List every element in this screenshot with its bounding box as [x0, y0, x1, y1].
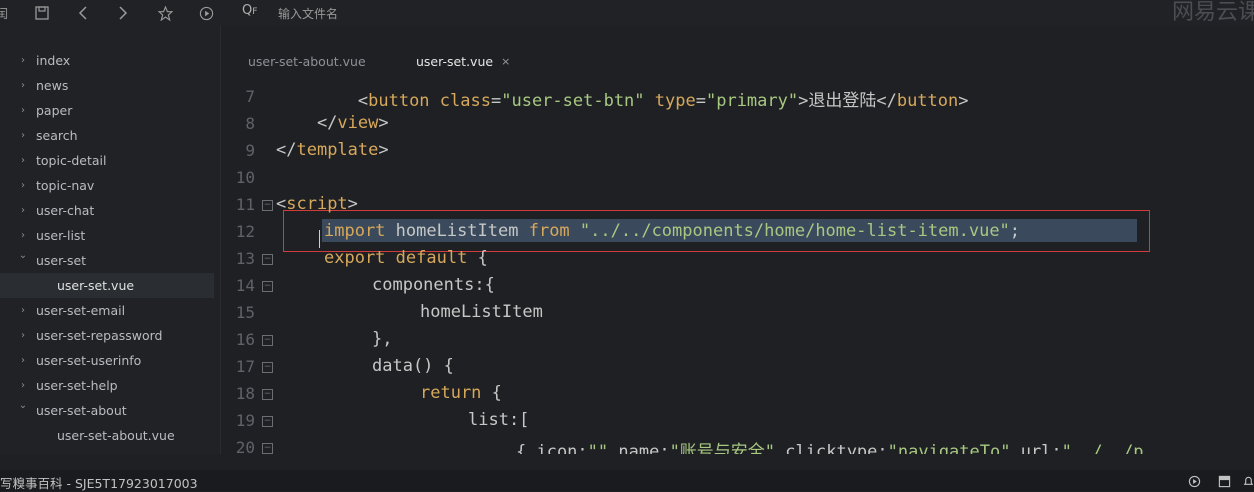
line-number: 19	[235, 411, 255, 430]
fold-toggle-icon[interactable]: −	[262, 362, 273, 373]
panel-icon[interactable]	[1216, 473, 1232, 489]
code-line-8: </view>	[276, 113, 389, 133]
line-number: 18	[235, 384, 255, 403]
code-line-17: data() {	[372, 356, 454, 376]
code-line-7: <button class="user-set-btn" type="prima…	[276, 91, 969, 111]
chevron-right-icon: ›	[21, 105, 25, 116]
brand-watermark: 网易云课	[1171, 0, 1254, 25]
tree-folder-user-set-email[interactable]: › user-set-email	[0, 298, 214, 323]
bell-icon[interactable]	[1240, 473, 1254, 489]
tree-folder-topic-nav[interactable]: › topic-nav	[0, 173, 214, 198]
line-number: 20	[235, 438, 255, 454]
code-line-16: },	[372, 329, 393, 349]
line-number: 15	[235, 303, 255, 322]
run-icon[interactable]	[1186, 473, 1202, 489]
tree-file-user-set-about-vue[interactable]: user-set-about.vue	[0, 423, 214, 448]
chevron-right-icon: ›	[21, 305, 25, 316]
file-search-icon[interactable]: QF	[242, 3, 257, 18]
code-line-15: homeListItem	[420, 302, 543, 322]
run-icon[interactable]	[196, 3, 216, 23]
line-number: 8	[245, 114, 255, 133]
file-search-input[interactable]: 输入文件名	[278, 5, 338, 22]
line-number: 10	[235, 168, 255, 187]
chevron-right-icon: ›	[21, 55, 25, 66]
tree-folder-topic-detail[interactable]: › topic-detail	[0, 148, 214, 173]
back-icon[interactable]	[73, 3, 93, 23]
toolbar: 闰 QF 输入文件名 网易云课	[0, 0, 1254, 26]
line-number: 12	[235, 222, 255, 241]
tree-folder-user-set-about[interactable]: ⌄ user-set-about	[0, 398, 214, 423]
code-line-11: <script>	[276, 194, 358, 214]
code-line-20: { icon:"",name:"账号与安全",clicktype:"naviga…	[516, 442, 1144, 454]
chevron-right-icon: ›	[21, 355, 25, 366]
editor-tabs: user-set-about.vue user-set.vue ×	[221, 44, 1254, 74]
tab-user-set-vue[interactable]: user-set.vue ×	[416, 48, 510, 74]
file-tree: › index › news › paper › search › topic-detai…	[0, 26, 221, 454]
line-number: 16	[235, 330, 255, 349]
line-number: 14	[235, 276, 255, 295]
line-number: 11	[235, 195, 255, 214]
status-bar: 写糗事百科 - SJE5T17923017003	[0, 470, 1254, 491]
fold-toggle-icon[interactable]: −	[262, 416, 273, 427]
fold-toggle-icon[interactable]: −	[262, 254, 273, 265]
text-cursor	[319, 230, 320, 248]
fold-toggle-icon[interactable]: −	[262, 200, 273, 211]
tree-folder-search[interactable]: › search	[0, 123, 214, 148]
chevron-right-icon: ›	[21, 380, 25, 391]
fold-toggle-icon[interactable]: −	[262, 389, 273, 400]
code-line-13: export default {	[324, 248, 488, 268]
line-number: 9	[245, 141, 255, 160]
tree-folder-user-set-help[interactable]: › user-set-help	[0, 373, 214, 398]
tree-folder-user-set[interactable]: ⌄ user-set	[0, 248, 214, 273]
chevron-right-icon: ›	[21, 230, 25, 241]
line-number: 17	[235, 357, 255, 376]
chevron-right-icon: ›	[21, 330, 25, 341]
save-icon[interactable]	[32, 3, 52, 23]
line-number: 13	[235, 249, 255, 268]
tree-folder-user-list[interactable]: › user-list	[0, 223, 214, 248]
tab-user-set-about-vue[interactable]: user-set-about.vue	[248, 48, 366, 74]
fold-toggle-icon[interactable]: −	[262, 281, 273, 292]
tree-folder-paper[interactable]: › paper	[0, 98, 214, 123]
fold-toggle-icon[interactable]: −	[262, 335, 273, 346]
code-line-14: components:{	[372, 275, 495, 295]
close-icon[interactable]: ×	[501, 55, 510, 68]
tree-folder-index[interactable]: › index	[0, 48, 214, 73]
chevron-down-icon: ⌄	[18, 400, 28, 411]
tree-folder-user-set-userinfo[interactable]: › user-set-userinfo	[0, 348, 214, 373]
code-editor[interactable]: 7 8 9 10 11 12 13 14 15 16 17 18 19 20 −…	[221, 82, 1254, 454]
chevron-right-icon: ›	[21, 180, 25, 191]
star-icon[interactable]	[155, 3, 175, 23]
toolbar-partial-label: 闰	[0, 7, 9, 21]
chevron-right-icon: ›	[21, 205, 25, 216]
line-number: 7	[245, 87, 255, 106]
chevron-down-icon: ⌄	[18, 250, 28, 261]
chevron-right-icon: ›	[21, 80, 25, 91]
fold-toggle-icon[interactable]: −	[262, 443, 273, 454]
chevron-right-icon: ›	[21, 130, 25, 141]
forward-icon[interactable]	[113, 3, 133, 23]
tree-file-user-set-vue[interactable]: user-set.vue	[0, 273, 214, 298]
status-text: 写糗事百科 - SJE5T17923017003	[0, 476, 198, 491]
code-line-9: </template>	[276, 140, 389, 160]
code-line-12: import homeListItem from "../../componen…	[324, 221, 1021, 241]
tree-folder-user-chat[interactable]: › user-chat	[0, 198, 214, 223]
code-line-19: list:[	[468, 410, 530, 430]
tree-folder-news[interactable]: › news	[0, 73, 214, 98]
tree-folder-user-set-repassword[interactable]: › user-set-repassword	[0, 323, 214, 348]
chevron-right-icon: ›	[21, 155, 25, 166]
code-line-18: return {	[420, 383, 502, 403]
